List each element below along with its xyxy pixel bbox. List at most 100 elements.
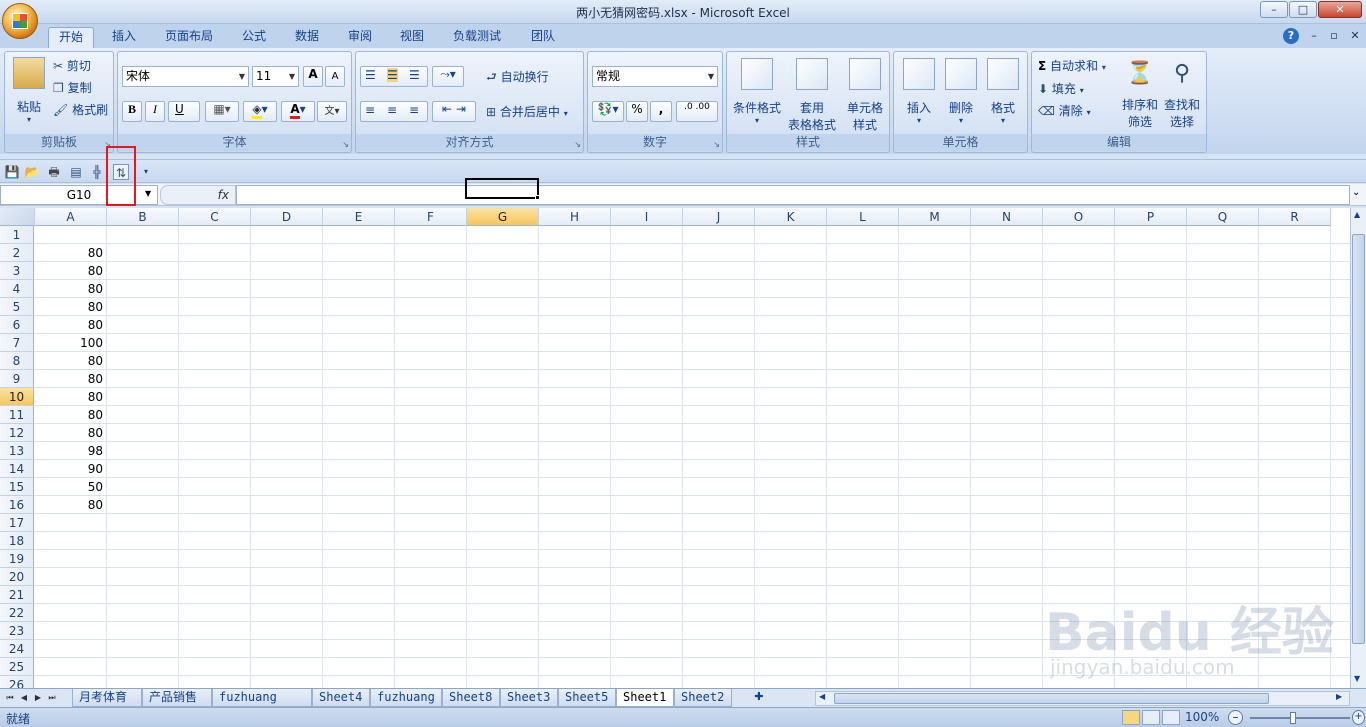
cell-a[interactable]: 80 xyxy=(35,352,103,370)
clear-button[interactable]: ⌫ 清除 ▾ xyxy=(1038,102,1091,119)
cell-a[interactable] xyxy=(35,226,103,244)
copy-button[interactable]: ❐ 复制 xyxy=(53,79,92,96)
find-select-button[interactable]: ⚲ 查找和 选择 xyxy=(1162,58,1202,130)
sheet-tab[interactable]: Sheet2 xyxy=(674,689,732,707)
row-header[interactable]: 6 xyxy=(0,316,34,334)
sheet-tab[interactable]: Sheet1 xyxy=(616,689,674,707)
vertical-scrollbar[interactable]: ▲ ▼ xyxy=(1350,208,1366,688)
prev-sheet-icon[interactable]: ◀ xyxy=(18,691,30,705)
font-color-button[interactable]: A▾ xyxy=(281,101,315,122)
grow-font-button[interactable]: A xyxy=(303,66,323,87)
sheet-tab[interactable]: Sheet5 xyxy=(558,689,616,707)
column-header[interactable]: C xyxy=(179,208,251,226)
open-folder-icon[interactable]: 📂 xyxy=(24,164,40,180)
expand-formula-icon[interactable]: ⌄ xyxy=(1352,187,1360,198)
cell-a[interactable]: 80 xyxy=(35,316,103,334)
shrink-font-button[interactable]: A xyxy=(325,66,345,87)
fill-handle[interactable] xyxy=(535,195,540,200)
office-button[interactable] xyxy=(2,3,38,39)
help-icon[interactable]: ? xyxy=(1283,28,1299,44)
zoom-in-icon[interactable]: + xyxy=(1352,710,1365,725)
font-size-select[interactable]: 11 ▼ xyxy=(252,66,299,87)
cell-a[interactable]: 100 xyxy=(35,334,103,352)
indent-buttons[interactable]: ⇤ ⇥ xyxy=(432,101,476,122)
row-header[interactable]: 12 xyxy=(0,424,34,442)
format-as-table-button[interactable]: 套用 表格格式 xyxy=(785,58,839,133)
row-header[interactable]: 13 xyxy=(0,442,34,460)
row-header[interactable]: 3 xyxy=(0,262,34,280)
row-header[interactable]: 8 xyxy=(0,352,34,370)
autosum-button[interactable]: Σ 自动求和 ▾ xyxy=(1038,57,1106,74)
column-header[interactable]: D xyxy=(251,208,323,226)
merge-center-button[interactable]: ⊞ 合并后居中 ▾ xyxy=(486,103,568,120)
dialog-launcher-icon[interactable]: ↘ xyxy=(713,140,720,149)
number-format-select[interactable]: 常规 ▼ xyxy=(592,66,718,87)
tab-review[interactable]: 审阅 xyxy=(338,27,382,48)
phonetic-button[interactable]: 文▾ xyxy=(317,101,347,122)
scroll-down-icon[interactable]: ▼ xyxy=(1354,674,1360,683)
column-header[interactable]: Q xyxy=(1187,208,1259,226)
column-header[interactable]: N xyxy=(971,208,1043,226)
row-header[interactable]: 4 xyxy=(0,280,34,298)
decimal-buttons[interactable]: .0 .00 xyxy=(676,101,718,122)
column-header[interactable]: L xyxy=(827,208,899,226)
print-preview-icon[interactable]: ▤ xyxy=(68,164,84,180)
page-layout-view-icon[interactable] xyxy=(1142,710,1160,725)
row-header[interactable]: 5 xyxy=(0,298,34,316)
fill-color-button[interactable]: ◈▾ xyxy=(243,101,277,122)
cell-a[interactable]: 90 xyxy=(35,460,103,478)
close-button[interactable]: ✕ xyxy=(1318,1,1362,18)
tab-load-test[interactable]: 负载测试 xyxy=(443,27,511,48)
column-header[interactable]: M xyxy=(899,208,971,226)
zoom-level[interactable]: 100% xyxy=(1185,710,1219,724)
row-header[interactable]: 26 xyxy=(0,676,34,688)
sheet-tab[interactable]: fuzhuang (3) xyxy=(212,689,312,721)
sheet-tab[interactable]: 月考体育 xyxy=(72,689,142,707)
bold-button[interactable]: B xyxy=(122,101,142,122)
tab-view[interactable]: 视图 xyxy=(390,27,434,48)
minimize-button[interactable]: – xyxy=(1260,1,1288,18)
worksheet-grid[interactable]: A B C D E F G H I J K L M N O P Q R 1 2 3 4 5 6 7 8 9 10 11 12 13 14 15 1… xyxy=(0,208,1350,688)
cell-a[interactable]: 80 xyxy=(35,406,103,424)
italic-button[interactable]: I xyxy=(145,101,165,122)
column-header[interactable]: R xyxy=(1259,208,1331,226)
zoom-out-icon[interactable]: – xyxy=(1228,710,1243,725)
normal-view-icon[interactable] xyxy=(1122,710,1140,725)
select-all-button[interactable] xyxy=(0,208,35,226)
cell-a[interactable]: 80 xyxy=(35,244,103,262)
ribbon-close-icon[interactable]: ✕ xyxy=(1347,28,1363,44)
cell-a[interactable]: 80 xyxy=(35,496,103,514)
tab-insert[interactable]: 插入 xyxy=(102,27,146,48)
name-box-dropdown-icon[interactable]: ▼ xyxy=(145,189,151,198)
row-header[interactable]: 7 xyxy=(0,334,34,352)
tab-data[interactable]: 数据 xyxy=(285,27,329,48)
column-header[interactable]: E xyxy=(323,208,395,226)
vertical-scroll-thumb[interactable] xyxy=(1352,234,1365,644)
scroll-up-icon[interactable]: ▲ xyxy=(1354,210,1360,219)
sheet-tab[interactable]: 产品销售 xyxy=(142,689,212,707)
delete-cells-button[interactable]: 删除 ▾ xyxy=(940,58,982,125)
row-header[interactable]: 11 xyxy=(0,406,34,424)
column-header[interactable]: F xyxy=(395,208,467,226)
row-header[interactable]: 15 xyxy=(0,478,34,496)
ribbon-minimize-icon[interactable]: – xyxy=(1306,28,1322,44)
sheet-tab[interactable]: Sheet4 xyxy=(312,689,370,707)
tab-team[interactable]: 团队 xyxy=(521,27,565,48)
last-sheet-icon[interactable]: ⏭ xyxy=(46,691,58,705)
ribbon-restore-icon[interactable]: ▫ xyxy=(1326,28,1342,44)
row-header[interactable]: 9 xyxy=(0,370,34,388)
dialog-launcher-icon[interactable]: ↘ xyxy=(342,140,349,149)
column-header[interactable]: H xyxy=(539,208,611,226)
new-sheet-icon[interactable]: ✚ xyxy=(748,690,770,706)
horizontal-scroll-thumb[interactable] xyxy=(834,693,1269,704)
column-header[interactable]: K xyxy=(755,208,827,226)
wrap-text-button[interactable]: ⮐ 自动换行 xyxy=(486,68,549,89)
format-painter-button[interactable]: 🖌 格式刷 xyxy=(53,101,108,118)
cell-a[interactable]: 80 xyxy=(35,424,103,442)
row-header[interactable]: 23 xyxy=(0,622,34,640)
sort-filter-button[interactable]: ⏳ 排序和 筛选 xyxy=(1120,58,1160,130)
tab-formulas[interactable]: 公式 xyxy=(232,27,276,48)
cell-styles-button[interactable]: 单元格 样式 xyxy=(841,58,889,133)
column-header[interactable]: J xyxy=(683,208,755,226)
column-header[interactable]: B xyxy=(107,208,179,226)
